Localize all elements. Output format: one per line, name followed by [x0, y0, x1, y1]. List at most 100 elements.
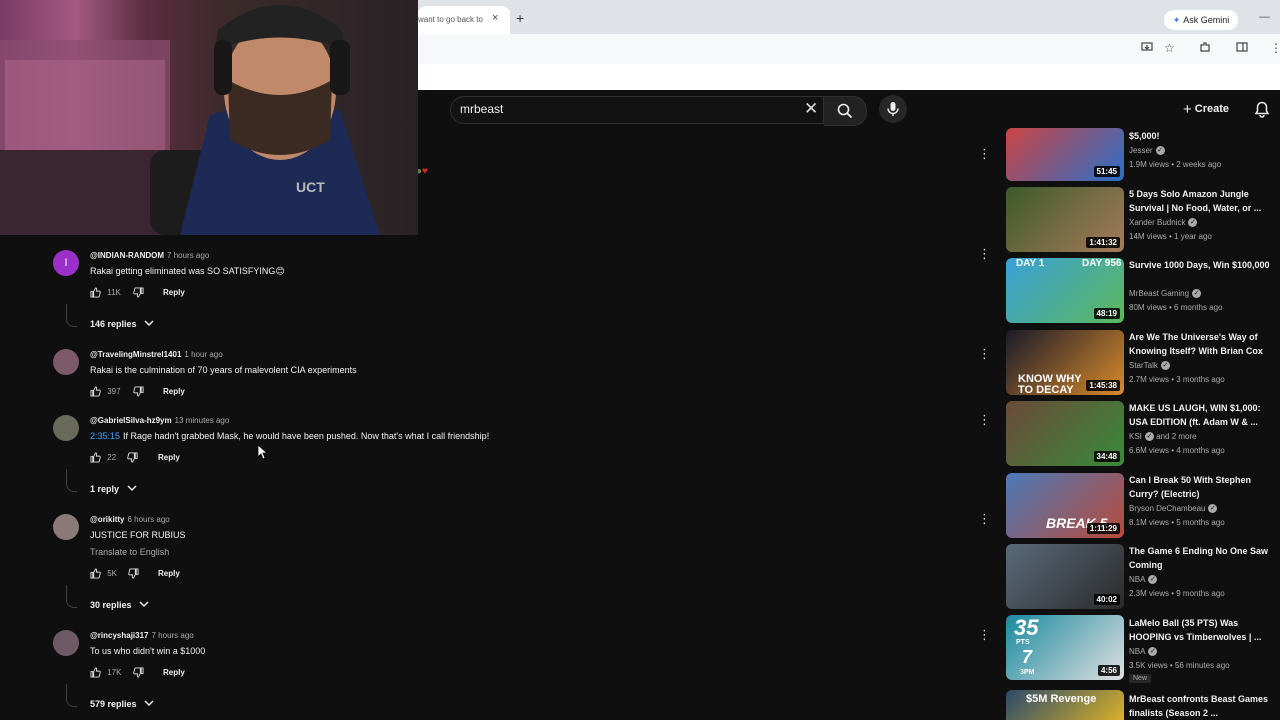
comment-author[interactable]: @orikitty 6 hours ago: [90, 515, 170, 524]
like-button[interactable]: 17K: [90, 667, 121, 678]
chevron-down-icon: [144, 700, 154, 707]
video-title[interactable]: Can I Break 50 With Stephen Curry? (Elec…: [1129, 473, 1275, 501]
thumbs-down-icon: [133, 287, 144, 298]
video-channel[interactable]: MrBeast Gaming ✓: [1129, 289, 1202, 299]
tab-close-icon[interactable]: ×: [492, 12, 498, 24]
more-actions-icon[interactable]: ⋮: [978, 512, 991, 525]
video-thumbnail[interactable]: 51:45: [1006, 128, 1124, 181]
clear-search-icon[interactable]: ✕: [804, 99, 818, 119]
replies-toggle[interactable]: 30 replies: [90, 600, 149, 610]
video-meta: 2.3M views • 9 months ago: [1129, 589, 1225, 598]
video-channel[interactable]: KSI ✓ and 2 more: [1129, 432, 1197, 442]
thumbnail-overlay-text: 7: [1022, 647, 1033, 667]
video-channel[interactable]: NBA ✓: [1129, 647, 1158, 657]
comment-author[interactable]: @TravelingMinstrel1401 1 hour ago: [90, 350, 223, 359]
more-actions-icon[interactable]: ⋮: [978, 628, 991, 641]
replies-toggle[interactable]: 1 reply: [90, 484, 137, 494]
ask-gemini-label: Ask Gemini: [1183, 15, 1230, 25]
dislike-button[interactable]: [133, 287, 144, 298]
video-title[interactable]: Are We The Universe's Way of Knowing Its…: [1129, 330, 1275, 358]
create-button[interactable]: + Create: [1183, 101, 1229, 118]
dislike-button[interactable]: [133, 386, 144, 397]
video-timestamp-link[interactable]: 2:35:15: [90, 431, 120, 441]
replies-toggle[interactable]: 146 replies: [90, 319, 154, 329]
dislike-button[interactable]: [133, 667, 144, 678]
more-actions-icon[interactable]: ⋮: [978, 413, 991, 426]
microphone-icon: [887, 102, 899, 116]
reply-button[interactable]: Reply: [163, 387, 185, 396]
video-duration: 1:45:38: [1086, 380, 1120, 391]
like-button[interactable]: 5K: [90, 568, 117, 579]
video-channel[interactable]: Jesser ✓: [1129, 146, 1165, 156]
video-thumbnail[interactable]: $5M Revenge: [1006, 690, 1124, 720]
like-button[interactable]: 22: [90, 452, 116, 463]
plus-icon: +: [1183, 101, 1192, 118]
more-actions-icon[interactable]: ⋮: [978, 147, 991, 160]
video-title[interactable]: MAKE US LAUGH, WIN $1,000: USA EDITION (…: [1129, 401, 1275, 429]
more-actions-icon[interactable]: ⋮: [978, 247, 991, 260]
search-box[interactable]: [450, 96, 824, 124]
video-title[interactable]: MrBeast confronts Beast Games finalists …: [1129, 692, 1275, 720]
browser-menu-icon[interactable]: ⋮: [1270, 41, 1280, 55]
reply-button[interactable]: Reply: [163, 668, 185, 677]
commenter-avatar[interactable]: I: [53, 250, 79, 276]
comment-author[interactable]: @GabrielSilva-hz9ym 13 minutes ago: [90, 416, 229, 425]
verified-check-icon: ✓: [1144, 432, 1154, 442]
ask-gemini-button[interactable]: ✦ Ask Gemini: [1164, 10, 1238, 30]
search-button[interactable]: [824, 96, 867, 126]
comment-text: Rakai is the culmination of 70 years of …: [90, 365, 357, 375]
commenter-avatar[interactable]: [53, 630, 79, 656]
thread-connector: [66, 469, 77, 492]
comment-time: 1 hour ago: [184, 350, 223, 359]
verified-check-icon: ✓: [1208, 504, 1218, 514]
search-input[interactable]: mrbeast: [460, 102, 503, 116]
video-thumbnail[interactable]: 35 PTS 7 3PM 4:56: [1006, 615, 1124, 680]
thumbnail-overlay-text: 35: [1014, 615, 1039, 640]
webcam-overlay: UCT: [0, 0, 418, 235]
comment-time: 7 hours ago: [167, 251, 210, 260]
video-title[interactable]: The Game 6 Ending No One Saw Coming: [1129, 544, 1275, 572]
dislike-button[interactable]: [128, 568, 139, 579]
notifications-bell-icon[interactable]: [1254, 101, 1270, 123]
video-channel[interactable]: NBA ✓: [1129, 575, 1158, 585]
side-panel-icon[interactable]: [1236, 41, 1248, 56]
reply-button[interactable]: Reply: [158, 453, 180, 462]
chevron-down-icon: [127, 485, 137, 492]
install-app-icon[interactable]: [1141, 41, 1153, 56]
video-title[interactable]: LaMelo Ball (35 PTS) Was HOOPING vs Timb…: [1129, 616, 1275, 644]
reply-button[interactable]: Reply: [158, 569, 180, 578]
like-button[interactable]: 11K: [90, 287, 121, 298]
commenter-avatar[interactable]: [53, 349, 79, 375]
video-thumbnail[interactable]: KNOW WHY TO DECAY 1:45:38: [1006, 330, 1124, 395]
video-title[interactable]: 5 Days Solo Amazon Jungle Survival | No …: [1129, 187, 1275, 215]
bookmark-star-icon[interactable]: ☆: [1164, 41, 1175, 55]
video-channel[interactable]: Bryson DeChambeau ✓: [1129, 504, 1218, 514]
reply-button[interactable]: Reply: [163, 288, 185, 297]
comment-author[interactable]: @rincyshaji317 7 hours ago: [90, 631, 194, 640]
replies-toggle[interactable]: 579 replies: [90, 699, 154, 709]
translate-link[interactable]: Translate to English: [90, 547, 169, 557]
new-tab-icon[interactable]: +: [516, 10, 524, 26]
dislike-button[interactable]: [127, 452, 138, 463]
video-thumbnail[interactable]: 40:02: [1006, 544, 1124, 609]
commenter-avatar[interactable]: [53, 514, 79, 540]
more-actions-icon[interactable]: ⋮: [978, 347, 991, 360]
video-thumbnail[interactable]: 34:48: [1006, 401, 1124, 466]
comment-author[interactable]: @INDIAN-RANDOM 7 hours ago: [90, 251, 209, 260]
minimize-window-icon[interactable]: —: [1259, 11, 1270, 23]
like-button[interactable]: 397: [90, 386, 121, 397]
voice-search-button[interactable]: [879, 95, 907, 123]
video-duration: 34:48: [1093, 451, 1120, 462]
extensions-icon[interactable]: [1199, 41, 1211, 56]
video-title[interactable]: Survive 1000 Days, Win $100,000: [1129, 258, 1275, 272]
like-count: 22: [107, 452, 117, 462]
chevron-down-icon: [144, 320, 154, 327]
video-channel[interactable]: Xander Budnick ✓: [1129, 218, 1198, 228]
gemini-sparkle-icon: ✦: [1172, 14, 1181, 25]
video-thumbnail[interactable]: DAY 1 DAY 956 48:19: [1006, 258, 1124, 323]
video-channel[interactable]: StarTalk ✓: [1129, 361, 1170, 371]
video-title[interactable]: $5,000!: [1129, 129, 1275, 143]
video-thumbnail[interactable]: 1:41:32: [1006, 187, 1124, 252]
commenter-avatar[interactable]: [53, 415, 79, 441]
video-thumbnail[interactable]: BREAK 5 1:11:29: [1006, 473, 1124, 538]
